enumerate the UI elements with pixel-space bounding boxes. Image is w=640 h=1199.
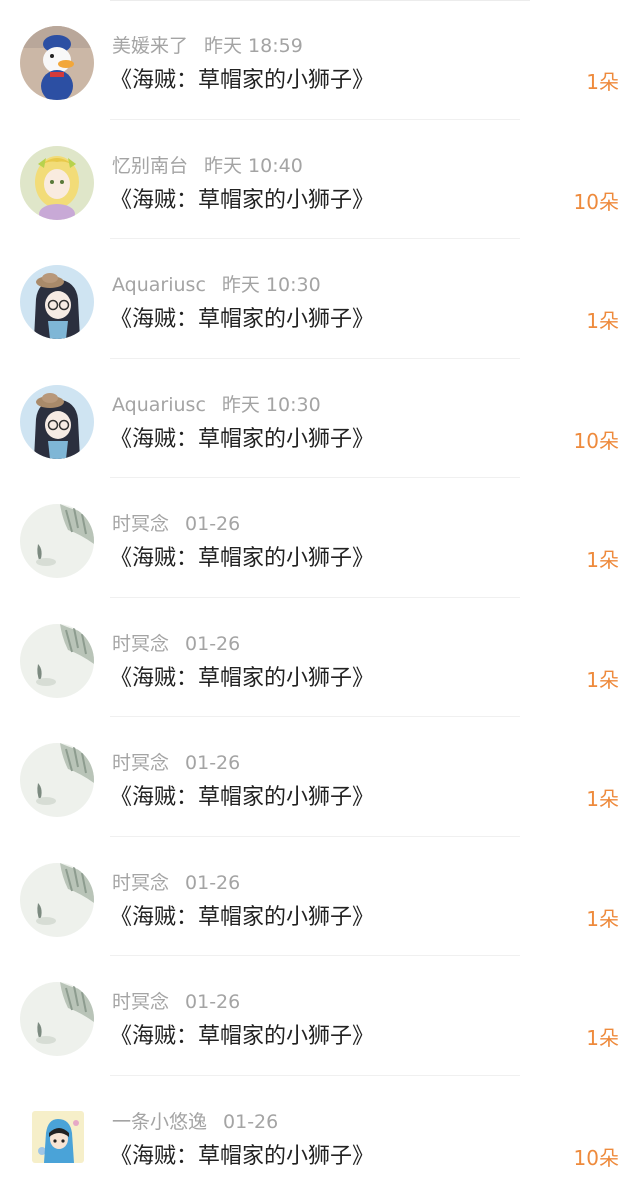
flower-count: 1朵 (586, 906, 619, 931)
username[interactable]: Aquariusc (112, 274, 206, 296)
timestamp: 昨天 10:40 (204, 154, 303, 177)
book-title[interactable]: 《海贼：草帽家的小狮子》 (110, 303, 374, 337)
username[interactable]: 时冥念 (112, 633, 169, 655)
flower-count: 1朵 (586, 548, 619, 572)
flower-count: 1朵 (586, 309, 619, 333)
username[interactable]: 时冥念 (112, 513, 169, 535)
book-title[interactable]: 《海贼：草帽家的小狮子》 (110, 1020, 374, 1054)
timestamp: 01-26 (185, 632, 241, 655)
flower-count: 10朵 (573, 428, 619, 453)
timestamp: 01-26 (185, 752, 241, 774)
flower-count: 1朵 (586, 70, 619, 94)
list-item[interactable]: 时冥念 01-26 《海贼：草帽家的小狮子》 1朵 (0, 717, 640, 837)
list-item[interactable]: 时冥念 01-26 《海贼：草帽家的小狮子》 1朵 (0, 478, 640, 598)
username[interactable]: Aquariusc (112, 394, 206, 416)
item-meta: 时冥念 01-26 (112, 989, 240, 1015)
ink-wash-avatar[interactable] (20, 743, 94, 817)
list-item[interactable]: Aquariusc 昨天 10:30 《海贼：草帽家的小狮子》 10朵 (0, 359, 640, 478)
timestamp: 昨天 10:30 (221, 393, 321, 416)
ink-wash-avatar[interactable] (20, 982, 94, 1056)
username[interactable]: 时冥念 (112, 991, 169, 1013)
flower-count: 10朵 (573, 189, 619, 214)
book-title[interactable]: 《海贼：草帽家的小狮子》 (110, 901, 374, 935)
flower-count: 1朵 (586, 1026, 619, 1050)
item-meta: 一条小悠逸 01-26 (112, 1109, 278, 1135)
username[interactable]: 时冥念 (112, 752, 169, 774)
item-meta: 时冥念 01-26 (112, 631, 240, 657)
book-title[interactable]: 《海贼：草帽家的小狮子》 (110, 423, 374, 457)
flower-count: 10朵 (573, 1145, 619, 1170)
list-item[interactable]: 时冥念 01-26 《海贼：草帽家的小狮子》 1朵 (0, 837, 640, 956)
list-item[interactable]: 忆别南台 昨天 10:40 《海贼：草帽家的小狮子》 10朵 (0, 120, 640, 239)
flower-count: 1朵 (586, 787, 619, 811)
book-title[interactable]: 《海贼：草帽家的小狮子》 (110, 184, 374, 218)
ink-wash-avatar[interactable] (20, 623, 94, 698)
timestamp: 昨天 18:59 (204, 35, 303, 57)
anime-girl-yellow-avatar[interactable] (20, 145, 94, 220)
glasses-girl-avatar[interactable] (20, 265, 94, 339)
ink-wash-avatar[interactable] (20, 862, 94, 937)
list-item[interactable]: 一条小悠逸 01-26 《海贼：草帽家的小狮子》 10朵 (0, 1076, 640, 1196)
timestamp: 昨天 10:30 (221, 274, 321, 296)
timestamp: 01-26 (185, 991, 241, 1013)
book-title[interactable]: 《海贼：草帽家的小狮子》 (110, 1140, 374, 1174)
list-item[interactable]: 时冥念 01-26 《海贼：草帽家的小狮子》 1朵 (0, 598, 640, 717)
timestamp: 01-26 (185, 513, 241, 535)
cartoon-boy-avatar[interactable] (32, 1110, 84, 1163)
timestamp: 01-26 (223, 1110, 279, 1133)
item-meta: 时冥念 01-26 (112, 870, 240, 896)
list-item[interactable]: 美媛来了 昨天 18:59 《海贼：草帽家的小狮子》 1朵 (0, 0, 640, 120)
item-meta: Aquariusc 昨天 10:30 (112, 392, 321, 418)
gift-record-list: 美媛来了 昨天 18:59 《海贼：草帽家的小狮子》 1朵 忆别南台 昨天 10:4… (0, 0, 640, 1199)
username[interactable]: 美媛来了 (112, 35, 188, 57)
item-meta: 时冥念 01-26 (112, 750, 240, 776)
book-title[interactable]: 《海贼：草帽家的小狮子》 (110, 64, 374, 98)
username[interactable]: 时冥念 (112, 872, 169, 894)
donald-duck-avatar[interactable] (20, 26, 94, 100)
book-title[interactable]: 《海贼：草帽家的小狮子》 (110, 781, 374, 815)
list-item[interactable]: 时冥念 01-26 《海贼：草帽家的小狮子》 1朵 (0, 956, 640, 1076)
item-meta: 美媛来了 昨天 18:59 (112, 33, 303, 59)
book-title[interactable]: 《海贼：草帽家的小狮子》 (110, 662, 374, 696)
ink-wash-avatar[interactable] (20, 504, 94, 578)
book-title[interactable]: 《海贼：草帽家的小狮子》 (110, 542, 374, 576)
item-meta: 忆别南台 昨天 10:40 (112, 153, 303, 179)
flower-count: 1朵 (586, 667, 619, 692)
list-item[interactable]: Aquariusc 昨天 10:30 《海贼：草帽家的小狮子》 1朵 (0, 239, 640, 359)
glasses-girl-avatar[interactable] (20, 384, 94, 459)
username[interactable]: 一条小悠逸 (112, 1111, 207, 1133)
timestamp: 01-26 (185, 871, 241, 894)
item-meta: Aquariusc 昨天 10:30 (112, 272, 321, 298)
item-meta: 时冥念 01-26 (112, 511, 240, 537)
username[interactable]: 忆别南台 (112, 155, 188, 177)
